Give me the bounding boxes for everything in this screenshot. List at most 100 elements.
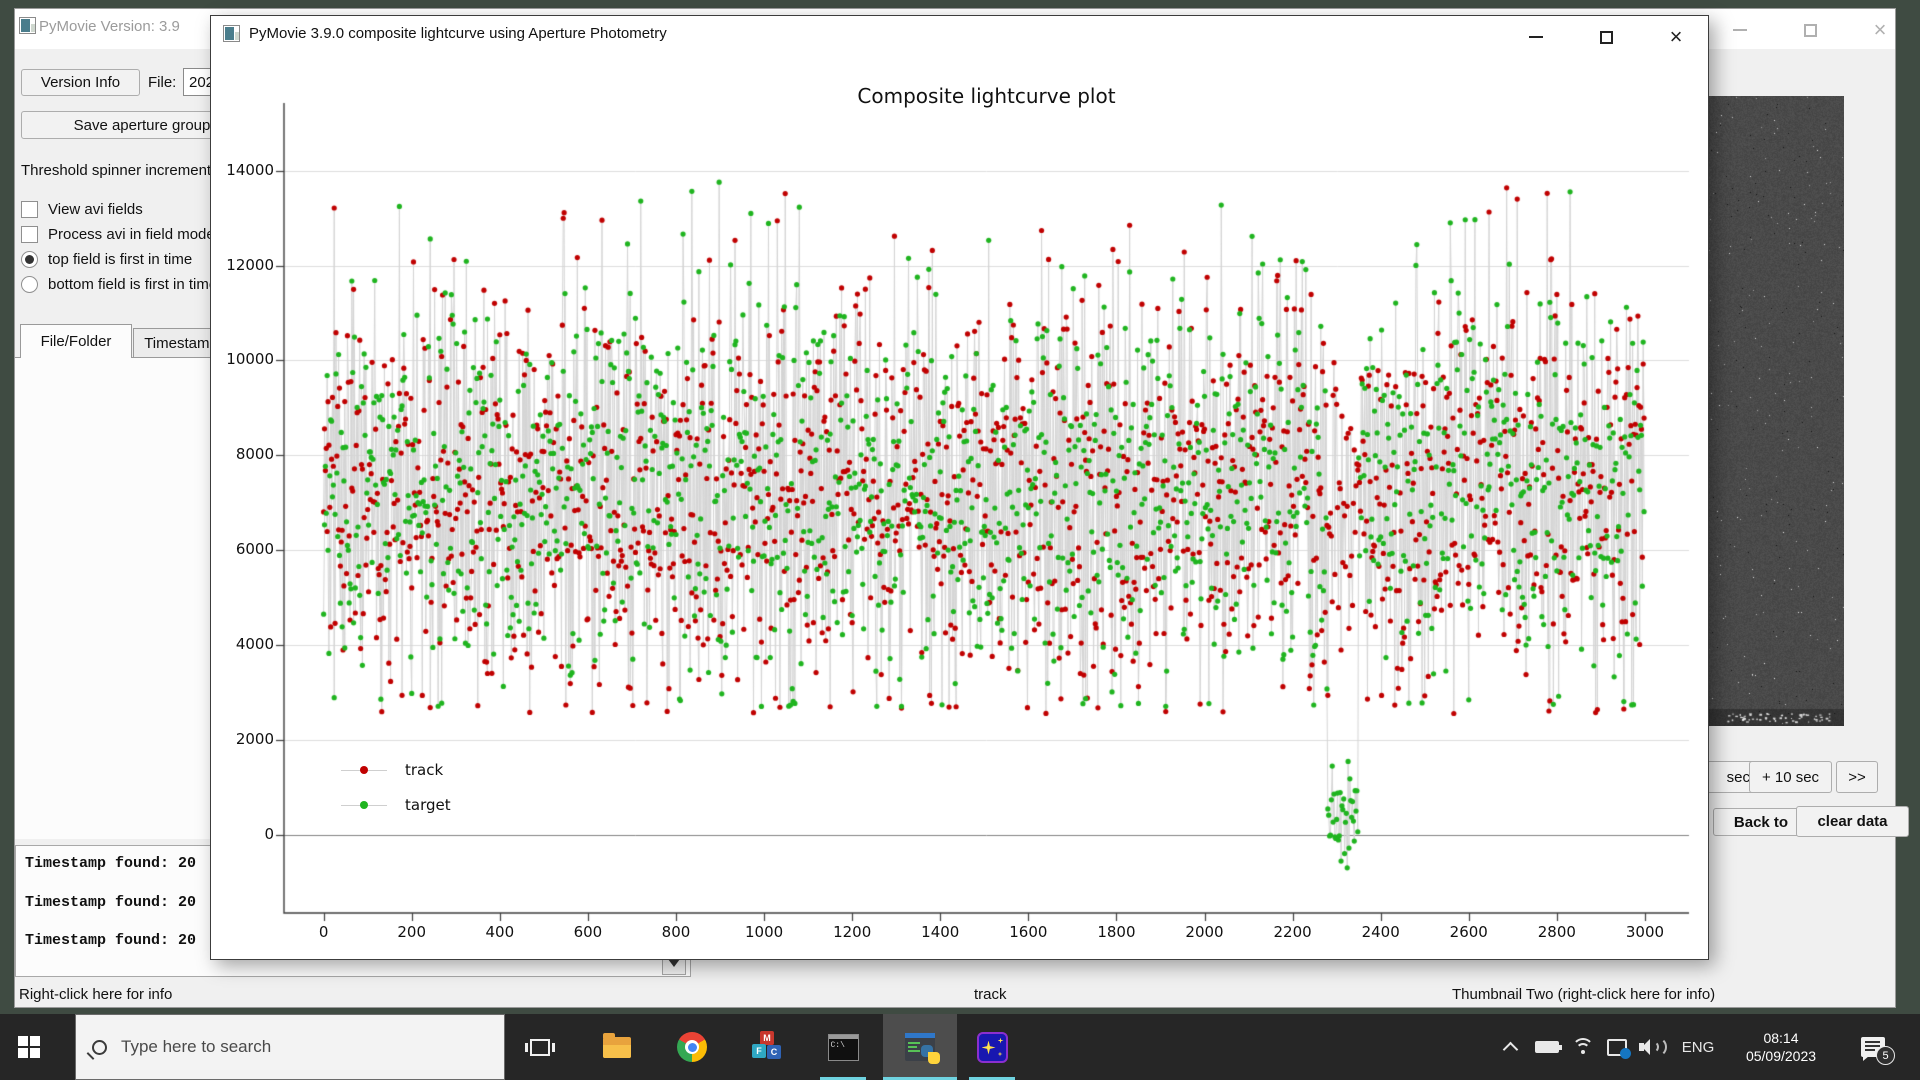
tablet-sync-icon (1607, 1039, 1627, 1056)
plot-window-titlebar[interactable]: PyMovie 3.9.0 composite lightcurve using… (211, 16, 1708, 52)
y-tick-label: 6000 (214, 540, 274, 558)
main-close-button[interactable]: × (1859, 15, 1901, 45)
x-tick-label: 3000 (1610, 923, 1680, 941)
legend-line-icon (341, 770, 387, 771)
view-avi-fields-checkbox-row[interactable]: View avi fields (21, 201, 143, 218)
windows-taskbar: MFC C:\ ENG 08:14 05/09/2023 (0, 1014, 1920, 1080)
bottom-field-first-radio-row[interactable]: bottom field is first in time (21, 276, 217, 293)
clear-data-button[interactable]: clear data (1796, 806, 1909, 837)
track-marker-icon (360, 766, 368, 774)
action-center-button[interactable]: 5 (1850, 1014, 1896, 1080)
volume-control[interactable] (1636, 1014, 1668, 1080)
lightcurve-plot-window: PyMovie 3.9.0 composite lightcurve using… (210, 15, 1709, 960)
y-tick-label: 4000 (214, 635, 274, 653)
process-avi-field-mode-checkbox[interactable] (21, 226, 38, 243)
x-tick-label: 2400 (1346, 923, 1416, 941)
pymovie-plot-icon (223, 25, 240, 42)
main-window-title: PyMovie Version: 3.9 (39, 18, 180, 35)
chart-title: Composite lightcurve plot (284, 84, 1689, 108)
status-track-label: track (974, 986, 1007, 1003)
main-maximize-button[interactable] (1789, 15, 1831, 45)
main-minimize-button[interactable] (1719, 15, 1761, 45)
plot-maximize-button[interactable] (1585, 22, 1627, 52)
legend-track-label: track (405, 761, 443, 779)
speaker-icon (1639, 1038, 1665, 1056)
plus-10-sec-button[interactable]: + 10 sec (1749, 761, 1832, 793)
y-tick-label: 0 (214, 825, 274, 843)
chevron-up-icon (1502, 1042, 1518, 1058)
sync-status[interactable] (1600, 1014, 1634, 1080)
status-left-info[interactable]: Right-click here for info (19, 986, 172, 1003)
view-avi-fields-checkbox[interactable] (21, 201, 38, 218)
process-avi-field-mode-checkbox-row[interactable]: Process avi in field mode (21, 226, 215, 243)
log-line: Timestamp found: 20 (25, 894, 196, 911)
wifi-icon (1571, 1038, 1595, 1056)
top-field-first-radio-row[interactable]: top field is first in time (21, 251, 192, 268)
windows-logo-icon (18, 1036, 40, 1058)
target-marker-icon (360, 801, 368, 809)
status-thumbnail-two-label[interactable]: Thumbnail Two (right-click here for info… (1452, 986, 1715, 1003)
chrome-icon (677, 1032, 707, 1062)
x-tick-label: 400 (465, 923, 535, 941)
top-field-first-radio[interactable] (21, 251, 38, 268)
wifi-status[interactable] (1568, 1014, 1598, 1080)
plot-window-title: PyMovie 3.9.0 composite lightcurve using… (249, 25, 667, 42)
battery-status[interactable] (1530, 1014, 1564, 1080)
chrome-button[interactable] (667, 1014, 717, 1080)
y-tick-label: 8000 (214, 445, 274, 463)
top-field-first-label: top field is first in time (48, 251, 192, 268)
bottom-field-first-label: bottom field is first in time (48, 276, 217, 293)
terminal-icon: C:\ (828, 1034, 859, 1061)
legend-item-target: target (341, 796, 451, 814)
process-avi-field-mode-label: Process avi in field mode (48, 226, 215, 243)
plot-minimize-button[interactable] (1515, 22, 1557, 52)
tab-file-folder[interactable]: File/Folder (20, 324, 132, 358)
log-line: Timestamp found: 20 (25, 855, 196, 872)
terminal-button[interactable]: C:\ (818, 1014, 868, 1080)
view-avi-fields-label: View avi fields (48, 201, 143, 218)
thumbnail-two-image[interactable] (1706, 96, 1844, 726)
folder-icon (603, 1037, 631, 1058)
lightcurve-chart[interactable] (211, 16, 1710, 959)
clock[interactable]: 08:14 05/09/2023 (1726, 1014, 1836, 1080)
stars-app-icon (977, 1032, 1008, 1063)
y-tick-label: 14000 (214, 161, 274, 179)
file-explorer-button[interactable] (592, 1014, 642, 1080)
plot-close-button[interactable]: × (1655, 22, 1697, 52)
x-tick-label: 200 (377, 923, 447, 941)
y-tick-label: 12000 (214, 256, 274, 274)
x-tick-label: 2200 (1258, 923, 1328, 941)
bottom-field-first-radio[interactable] (21, 276, 38, 293)
tray-expand-button[interactable] (1496, 1014, 1524, 1080)
version-info-button[interactable]: Version Info (21, 69, 140, 96)
legend-target-label: target (405, 796, 451, 814)
mfc-cubes-icon: MFC (751, 1031, 783, 1063)
legend-line-icon (341, 805, 387, 806)
notification-badge: 5 (1876, 1046, 1895, 1065)
task-view-icon (530, 1039, 550, 1056)
tray-date: 05/09/2023 (1746, 1047, 1816, 1065)
start-button[interactable] (0, 1014, 58, 1080)
pymovie-app-icon (19, 17, 36, 34)
x-tick-label: 800 (641, 923, 711, 941)
fast-forward-button[interactable]: >> (1836, 761, 1878, 793)
x-tick-label: 1800 (1081, 923, 1151, 941)
search-icon (92, 1040, 107, 1055)
task-view-button[interactable] (515, 1014, 565, 1080)
tray-time: 08:14 (1746, 1029, 1816, 1047)
taskbar-search-box[interactable] (75, 1014, 505, 1080)
x-tick-label: 2000 (1170, 923, 1240, 941)
python-app-button-active[interactable] (883, 1014, 957, 1080)
x-tick-label: 1200 (817, 923, 887, 941)
stars-app-button[interactable] (967, 1014, 1017, 1080)
y-tick-label: 10000 (214, 350, 274, 368)
y-tick-label: 2000 (214, 730, 274, 748)
file-label: File: (148, 74, 176, 91)
notification-icon: 5 (1861, 1037, 1885, 1057)
x-tick-label: 1400 (905, 923, 975, 941)
search-input[interactable] (121, 1037, 461, 1057)
threshold-spinner-label: Threshold spinner increment (21, 162, 211, 179)
mfc-app-button[interactable]: MFC (742, 1014, 792, 1080)
back-to-button[interactable]: Back to (1713, 808, 1809, 836)
language-indicator[interactable]: ENG (1676, 1014, 1720, 1080)
